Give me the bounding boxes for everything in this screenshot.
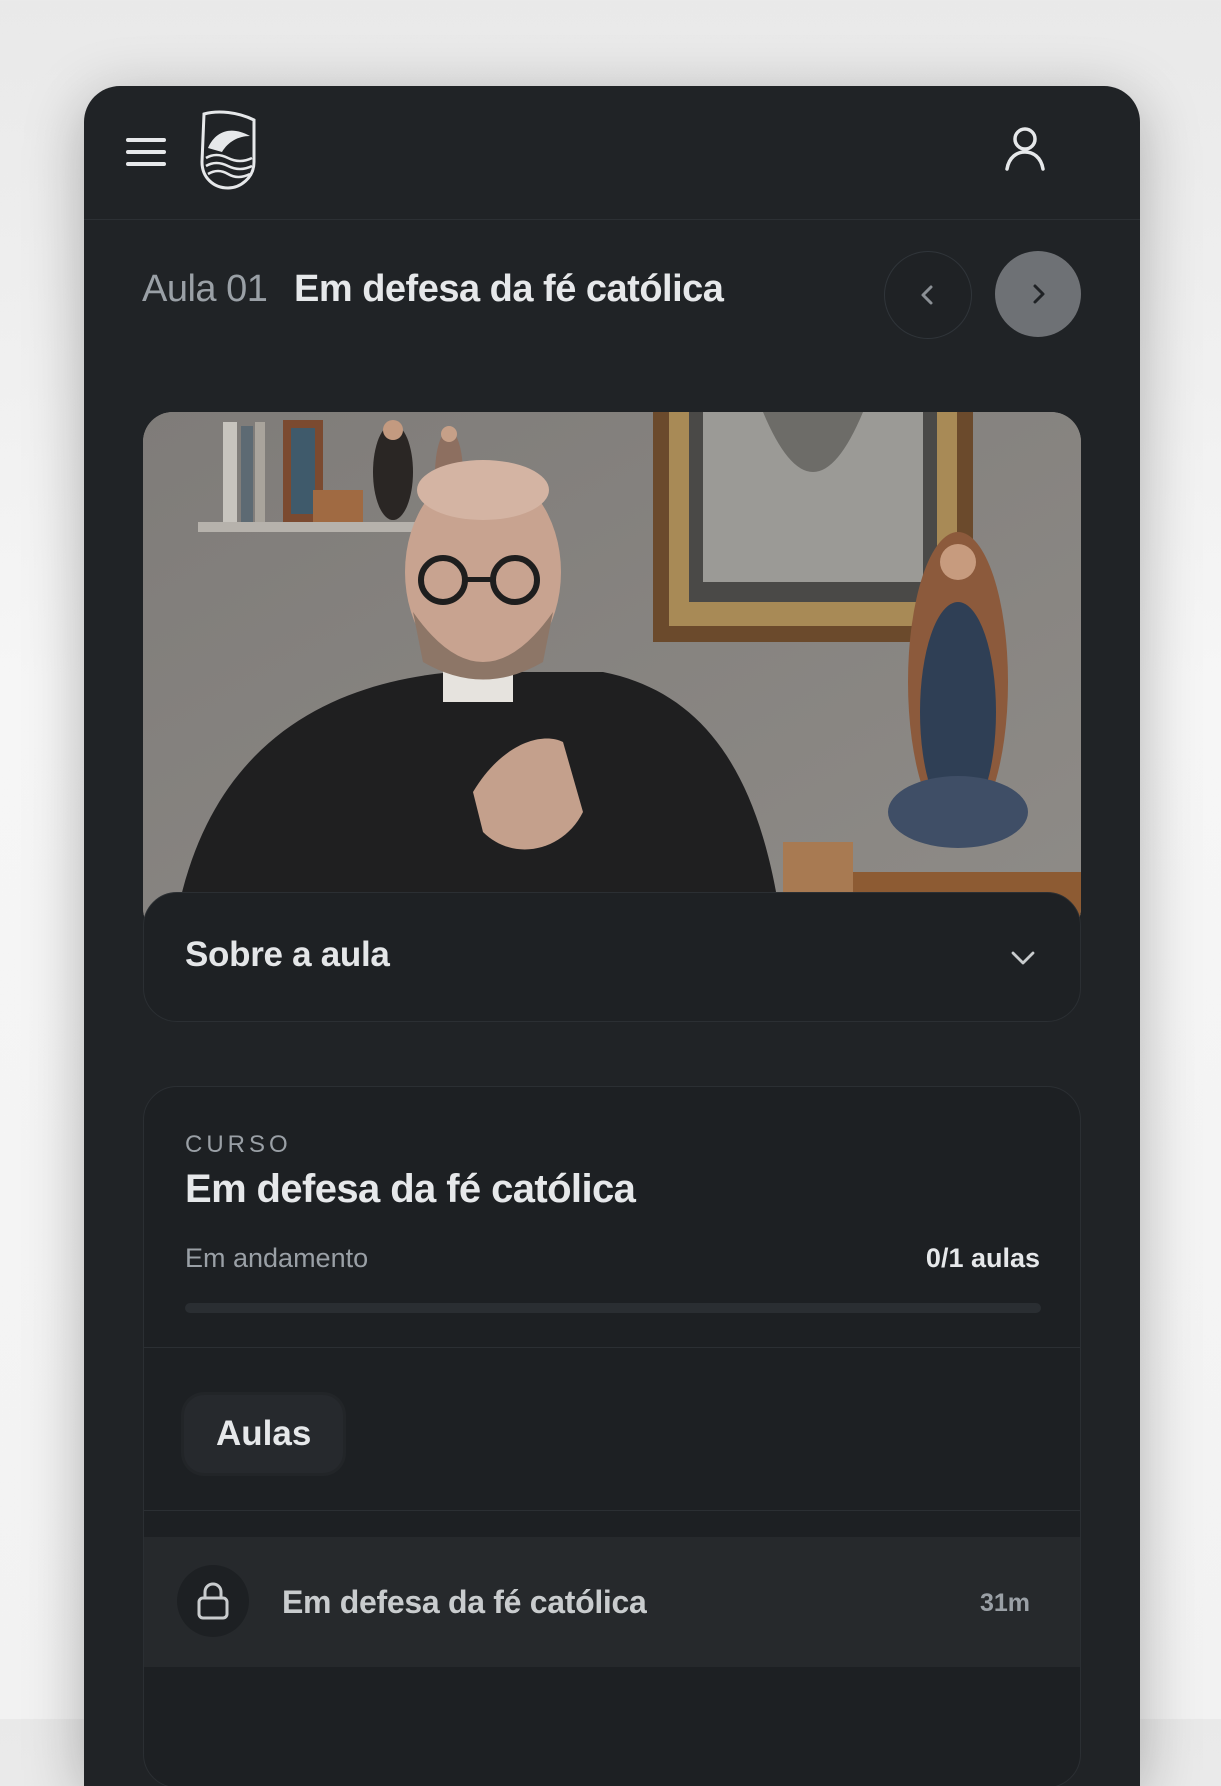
app-window: Aula 01 Em defesa da fé católica Sobre a… [84, 86, 1140, 1786]
progress-bar [185, 1303, 1041, 1313]
lock-icon [177, 1565, 249, 1637]
chevron-left-icon [921, 285, 933, 305]
previous-lesson-button[interactable] [884, 251, 972, 339]
hamburger-menu-icon[interactable] [126, 134, 168, 170]
lesson-item-title: Em defesa da fé católica [282, 1584, 647, 1620]
divider [144, 1347, 1080, 1348]
lesson-number: Aula 01 [142, 268, 268, 310]
course-title: Em defesa da fé católica [185, 1167, 636, 1211]
progress-status: Em andamento [185, 1243, 369, 1273]
lesson-list-item[interactable]: Em defesa da fé católica 31m [144, 1537, 1080, 1667]
video-player[interactable] [143, 412, 1081, 938]
divider [144, 1510, 1080, 1511]
about-lesson-label: Sobre a aula [185, 935, 390, 974]
lesson-title: Em defesa da fé católica [294, 268, 724, 310]
logo[interactable] [198, 108, 258, 190]
video-thumbnail [143, 412, 1081, 938]
course-kicker: CURSO [185, 1131, 292, 1158]
about-lesson-accordion[interactable]: Sobre a aula [143, 892, 1081, 1022]
course-card: CURSO Em defesa da fé católica Em andame… [143, 1086, 1081, 1786]
next-lesson-button[interactable] [995, 251, 1081, 337]
user-icon[interactable] [1001, 124, 1049, 172]
chevron-right-icon [1033, 284, 1045, 304]
top-bar [84, 86, 1140, 220]
tab-aulas-label: Aulas [216, 1414, 312, 1453]
progress-count: 0/1 aulas [925, 1243, 1040, 1273]
tab-aulas[interactable]: Aulas [184, 1395, 344, 1473]
lesson-item-duration: 31m [979, 1589, 1030, 1617]
chevron-down-icon [1011, 951, 1035, 965]
